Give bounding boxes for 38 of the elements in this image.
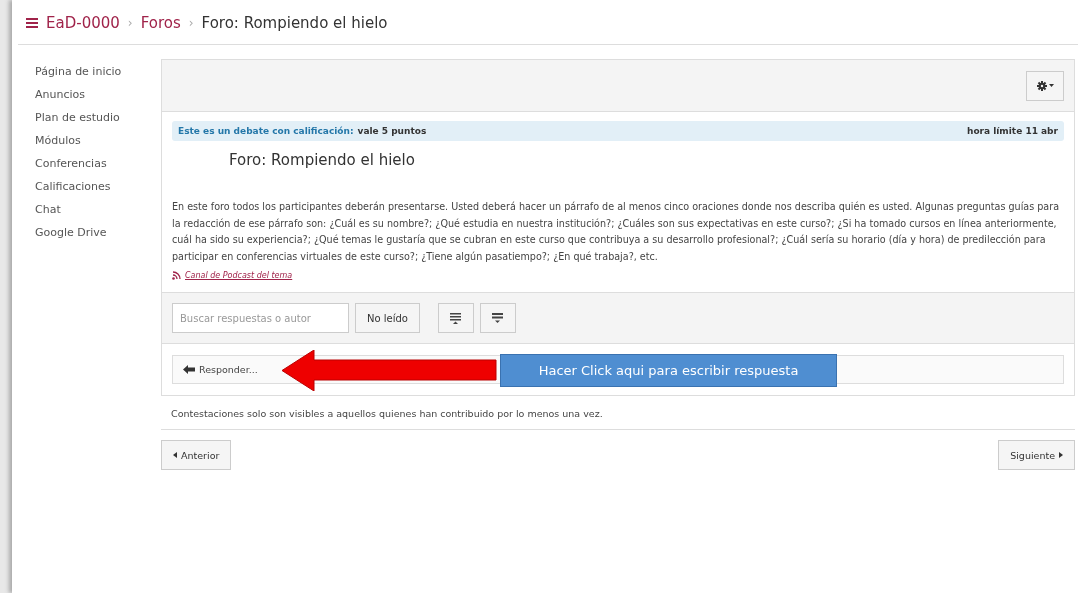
reply-arrow-icon <box>183 365 195 374</box>
sidebar-item[interactable]: Página de inicio <box>35 65 131 78</box>
breadcrumb-link[interactable]: Foros <box>140 14 181 32</box>
next-button[interactable]: Siguiente <box>998 440 1075 470</box>
points-text: vale 5 puntos <box>357 126 427 136</box>
unread-button[interactable]: No leído <box>355 303 420 333</box>
search-field[interactable]: Buscar respuestas o autor <box>172 303 349 333</box>
sidebar-item[interactable]: Calificaciones <box>35 180 131 193</box>
sidebar-item[interactable]: Chat <box>35 203 131 216</box>
breadcrumb-separator: › <box>188 16 194 30</box>
podcast-link[interactable]: Canal de Podcast del tema <box>172 271 293 280</box>
breadcrumb-link[interactable]: EaD-0000 <box>46 14 120 32</box>
collapse-icon <box>450 312 462 324</box>
reply-button[interactable]: Responder... <box>173 356 268 383</box>
caret-icon <box>1048 84 1054 87</box>
sidebar-item[interactable]: Módulos <box>35 134 131 147</box>
topic-title: Foro: Rompiendo el hielo <box>229 151 416 169</box>
instruction-callout: Hacer Click aqui para escribir respuesta <box>500 354 837 387</box>
due-date: hora límite 11 abr <box>966 126 1058 136</box>
settings-icon <box>1036 80 1047 91</box>
page-title: Foro: Rompiendo el hielo <box>201 14 388 32</box>
graded-label: Este es un debate con calificación: <box>178 126 354 136</box>
sidebar-item[interactable]: Anuncios <box>35 88 131 101</box>
expand-icon <box>492 312 504 324</box>
settings-button[interactable] <box>1026 70 1064 101</box>
sidebar-item[interactable]: Google Drive <box>35 226 131 239</box>
collapse-button[interactable] <box>437 303 474 333</box>
left-caret-icon <box>173 452 177 458</box>
topic-body: En este foro todos los participantes deberán presentarse. Usted deberá hacer un párrafo de al menos cinco oraciones donde nos describa quién es usted. Algunas preguntas guías para la redacción de ese párrafo son: ¿Cuál es su nombre?; ¿Qué estudia en nuestra institución?; ¿Cuáles son sus expectativas en este curso?; ¿Si ha tomado cursos en línea anteriormente, cuál ha sido su experiencia?; ¿Qué temas le gustaría que se cubran en este curso que contribuya a su desarrollo profesional?; ¿Cuál sería su horario (día y hora) de predilección para participar en conferencias virtuales de este curso?; ¿Tiene algún pasatiempo?; ¿En qué trabaja?, etc. <box>172 200 1061 264</box>
right-caret-icon <box>1059 452 1063 458</box>
sidebar-item[interactable]: Plan de estudio <box>35 111 131 124</box>
rss-icon <box>172 271 181 280</box>
sidebar-item[interactable]: Conferencias <box>35 157 131 170</box>
breadcrumb-separator: › <box>127 16 133 30</box>
menu-icon[interactable] <box>26 18 38 28</box>
previous-button[interactable]: Anterior <box>161 440 232 470</box>
expand-button[interactable] <box>479 303 516 333</box>
visibility-notice: Contestaciones solo son visibles a aquellos quienes han contribuido por lo menos una vez. <box>161 396 1075 430</box>
